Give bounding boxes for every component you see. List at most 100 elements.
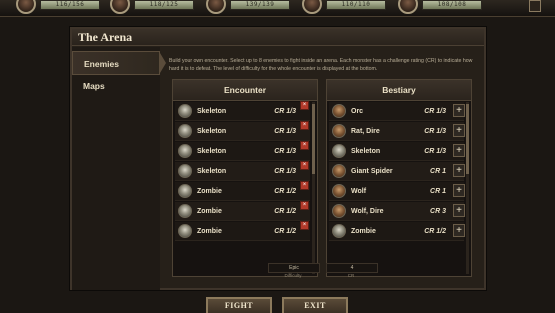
difficulty-value: Epic [268, 263, 320, 273]
encounter-list: Encounter Skeleton CR 1/3 × Skeleton CR 1/3 ×… [172, 79, 318, 277]
add-icon[interactable]: + [453, 164, 465, 177]
zombie-icon [178, 204, 192, 218]
remove-icon[interactable]: × [300, 161, 309, 170]
add-icon[interactable]: + [453, 224, 465, 237]
party-hp: 118/125 [134, 0, 194, 10]
bestiary-list: Bestiary Orc CR 1/3 + Rat, Dire CR 1/3 + Skele… [326, 79, 472, 277]
bestiary-row[interactable]: Giant Spider CR 1 + [329, 162, 465, 181]
remove-icon[interactable]: × [300, 221, 309, 230]
skeleton-icon [178, 124, 192, 138]
orc-icon [332, 104, 346, 118]
bestiary-header: Bestiary [327, 80, 471, 101]
add-icon[interactable]: + [453, 184, 465, 197]
challenge-rating: CR 1/2 [274, 188, 296, 195]
challenge-rating: CR 1/2 [424, 228, 446, 235]
monster-name: Skeleton [197, 168, 227, 175]
skeleton-icon [178, 144, 192, 158]
remove-icon[interactable]: × [300, 201, 309, 210]
remove-icon[interactable]: × [300, 101, 309, 110]
bestiary-row[interactable]: Zombie CR 1/2 + [329, 222, 465, 241]
fight-button[interactable]: FIGHT [206, 297, 272, 313]
challenge-rating: CR 1/3 [274, 128, 296, 135]
add-icon[interactable]: + [453, 144, 465, 157]
monster-name: Zombie [197, 188, 222, 195]
challenge-rating: CR 1/3 [274, 108, 296, 115]
side-nav: Enemies Maps [72, 47, 166, 290]
wolf-icon [332, 184, 346, 198]
monster-name: Zombie [351, 228, 376, 235]
zombie-icon [332, 224, 346, 238]
challenge-rating: CR 1/3 [424, 108, 446, 115]
nav-enemies[interactable]: Enemies [72, 51, 166, 75]
monster-name: Giant Spider [351, 168, 393, 175]
difficulty-label: Difficulty [284, 273, 302, 278]
encounter-scrollbar[interactable] [312, 104, 315, 174]
encounter-row[interactable]: Skeleton CR 1/3 × [175, 101, 310, 121]
nav-maps[interactable]: Maps [72, 74, 160, 98]
monster-name: Wolf, Dire [351, 208, 384, 215]
cr-value: 4 [326, 263, 378, 273]
bestiary-scrollbar[interactable] [466, 104, 469, 174]
encounter-row[interactable]: Zombie CR 1/2 × [175, 181, 310, 201]
challenge-rating: CR 1/2 [274, 208, 296, 215]
party-hp: 116/156 [40, 0, 100, 10]
party-bar: 116/156 118/125 139/139 110/110 108/108 [0, 0, 555, 17]
remove-icon[interactable]: × [300, 181, 309, 190]
skeleton-icon [178, 164, 192, 178]
encounter-row[interactable]: Zombie CR 1/2 × [175, 221, 310, 241]
monster-name: Zombie [197, 208, 222, 215]
cr-label: CR [347, 273, 355, 278]
monster-name: Orc [351, 108, 364, 115]
monster-name: Skeleton [351, 148, 381, 155]
party-portrait[interactable] [110, 0, 130, 14]
add-icon[interactable]: + [453, 104, 465, 117]
party-hp: 110/110 [326, 0, 386, 10]
skeleton-icon [332, 144, 346, 158]
add-icon[interactable]: + [453, 124, 465, 137]
challenge-rating: CR 1/2 [274, 228, 296, 235]
exit-button[interactable]: EXIT [282, 297, 348, 313]
remove-icon[interactable]: × [300, 121, 309, 130]
monster-name: Rat, Dire [351, 128, 380, 135]
bestiary-row[interactable]: Orc CR 1/3 + [329, 102, 465, 121]
bestiary-row[interactable]: Skeleton CR 1/3 + [329, 142, 465, 161]
challenge-rating: CR 3 [430, 208, 446, 215]
zombie-icon [178, 184, 192, 198]
encounter-header: Encounter [173, 80, 317, 101]
monster-name: Wolf [351, 188, 367, 195]
encounter-row[interactable]: Skeleton CR 1/3 × [175, 141, 310, 161]
monster-name: Zombie [197, 228, 222, 235]
party-portrait[interactable] [16, 0, 36, 14]
monster-name: Skeleton [197, 148, 227, 155]
bestiary-row[interactable]: Rat, Dire CR 1/3 + [329, 122, 465, 141]
menu-icon[interactable] [529, 0, 541, 12]
challenge-rating: CR 1/3 [424, 128, 446, 135]
party-hp: 139/139 [230, 0, 290, 10]
challenge-rating: CR 1/3 [274, 148, 296, 155]
add-icon[interactable]: + [453, 204, 465, 217]
skeleton-icon [178, 104, 192, 118]
party-portrait[interactable] [302, 0, 322, 14]
description-text: Build your own encounter. Select up to 8… [169, 58, 473, 72]
bestiary-row[interactable]: Wolf, Dire CR 3 + [329, 202, 465, 221]
rat-icon [332, 124, 346, 138]
challenge-rating: CR 1/3 [424, 148, 446, 155]
encounter-row[interactable]: Skeleton CR 1/3 × [175, 161, 310, 181]
wolf-icon [332, 204, 346, 218]
spider-icon [332, 164, 346, 178]
monster-name: Skeleton [197, 128, 227, 135]
party-portrait[interactable] [206, 0, 226, 14]
party-portrait[interactable] [398, 0, 418, 14]
party-hp: 108/108 [422, 0, 482, 10]
challenge-rating: CR 1 [430, 188, 446, 195]
zombie-icon [178, 224, 192, 238]
remove-icon[interactable]: × [300, 141, 309, 150]
bestiary-row[interactable]: Wolf CR 1 + [329, 182, 465, 201]
encounter-row[interactable]: Zombie CR 1/2 × [175, 201, 310, 221]
panel-title: The Arena [72, 29, 484, 46]
challenge-rating: CR 1/3 [274, 168, 296, 175]
monster-name: Skeleton [197, 108, 227, 115]
encounter-row[interactable]: Skeleton CR 1/3 × [175, 121, 310, 141]
challenge-rating: CR 1 [430, 168, 446, 175]
arena-panel: The Arena Enemies Maps Build your own en… [70, 27, 486, 290]
